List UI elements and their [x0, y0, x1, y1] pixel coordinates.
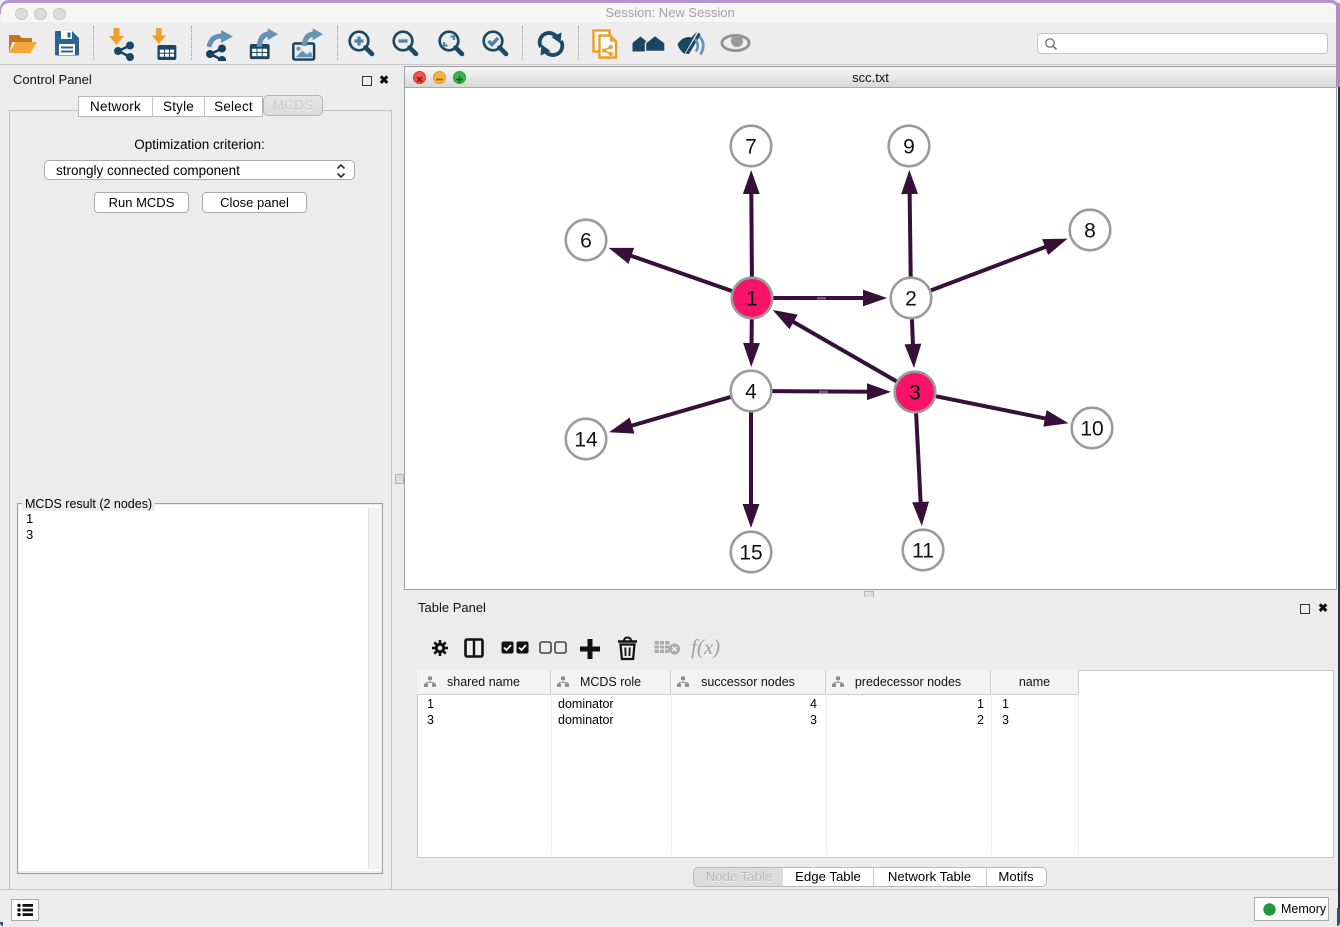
svg-text:10: 10: [1080, 418, 1103, 441]
svg-text:7: 7: [745, 136, 757, 159]
svg-text:4: 4: [745, 381, 757, 404]
svg-text:3: 3: [909, 382, 921, 405]
svg-text:15: 15: [739, 542, 762, 565]
svg-text:6: 6: [580, 230, 592, 253]
svg-text:1: 1: [746, 288, 758, 311]
svg-text:9: 9: [903, 136, 915, 159]
svg-text:8: 8: [1084, 220, 1096, 243]
svg-text:2: 2: [905, 288, 917, 311]
svg-text:11: 11: [912, 540, 934, 563]
svg-text:14: 14: [574, 429, 598, 452]
